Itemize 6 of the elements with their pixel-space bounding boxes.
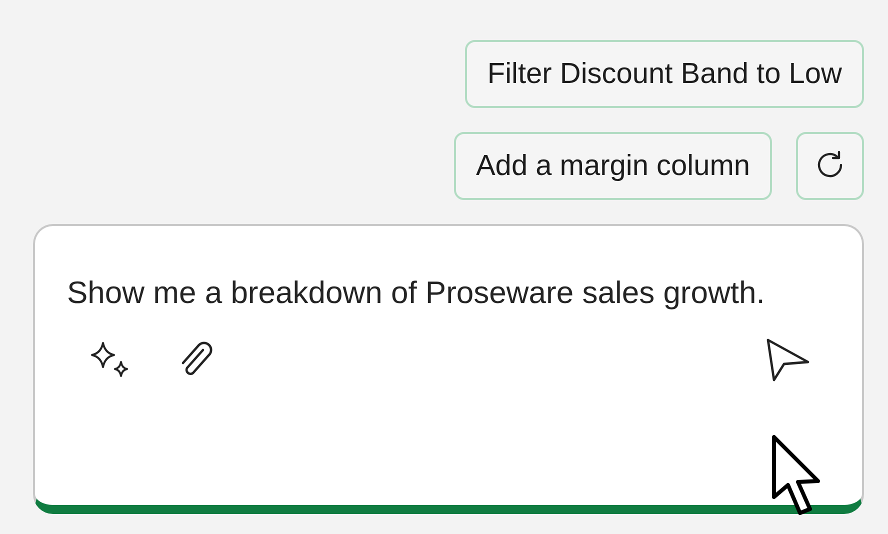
send-button[interactable] xyxy=(764,338,812,382)
send-icon xyxy=(764,338,812,382)
refresh-button[interactable] xyxy=(796,132,864,200)
suggestion-button[interactable]: Filter Discount Band to Low xyxy=(465,40,864,108)
prompt-field[interactable]: Show me a breakdown of Proseware sales growth. xyxy=(67,266,767,320)
suggestion-button[interactable]: Add a margin column xyxy=(454,132,772,200)
